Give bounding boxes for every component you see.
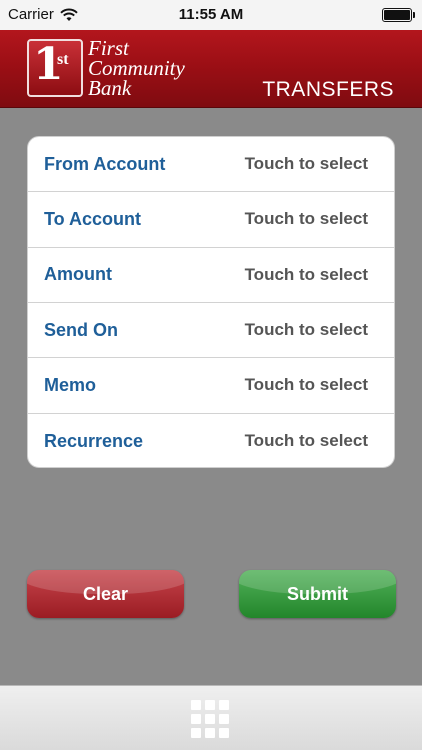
row-value: Touch to select [244, 209, 368, 229]
bank-name-line3: Bank [88, 76, 132, 100]
row-value: Touch to select [244, 320, 368, 340]
row-label: Memo [44, 374, 97, 395]
recurrence-row[interactable]: Recurrence Touch to select [28, 414, 394, 467]
clear-button-label: Clear [82, 583, 129, 604]
bottom-toolbar [0, 685, 422, 750]
bank-name-line1: First [88, 36, 129, 60]
page-title: TRANSFERS [262, 78, 394, 101]
row-value: Touch to select [244, 431, 368, 451]
row-label: Amount [44, 264, 112, 285]
clear-button[interactable]: Clear [27, 570, 184, 618]
row-value: Touch to select [244, 264, 368, 284]
bank-name: First Community Bank [88, 36, 185, 100]
from-account-row[interactable]: From Account Touch to select [28, 137, 394, 193]
row-value: Touch to select [244, 375, 368, 395]
row-label: From Account [44, 153, 166, 174]
row-value: Touch to select [244, 154, 368, 174]
to-account-row[interactable]: To Account Touch to select [28, 192, 394, 248]
transfer-form: From Account Touch to select To Account … [27, 136, 395, 468]
status-bar: Carrier 11:55 AM [0, 0, 422, 30]
row-label: Send On [44, 319, 119, 340]
row-label: To Account [44, 208, 141, 229]
app-header: 1 st First Community Bank TRANSFERS [0, 30, 422, 108]
bank-name-line2: Community [88, 56, 185, 80]
grid-menu-icon[interactable] [191, 700, 229, 738]
submit-button-label: Submit [287, 583, 348, 604]
status-time: 11:55 AM [178, 6, 244, 23]
send-on-row[interactable]: Send On Touch to select [28, 303, 394, 359]
memo-row[interactable]: Memo Touch to select [28, 358, 394, 414]
bank-logo: 1 st [27, 39, 83, 97]
row-label: Recurrence [44, 430, 144, 451]
battery-icon [382, 8, 415, 22]
submit-button[interactable]: Submit [239, 570, 396, 618]
logo-suffix: st [57, 51, 69, 68]
amount-row[interactable]: Amount Touch to select [28, 248, 394, 303]
